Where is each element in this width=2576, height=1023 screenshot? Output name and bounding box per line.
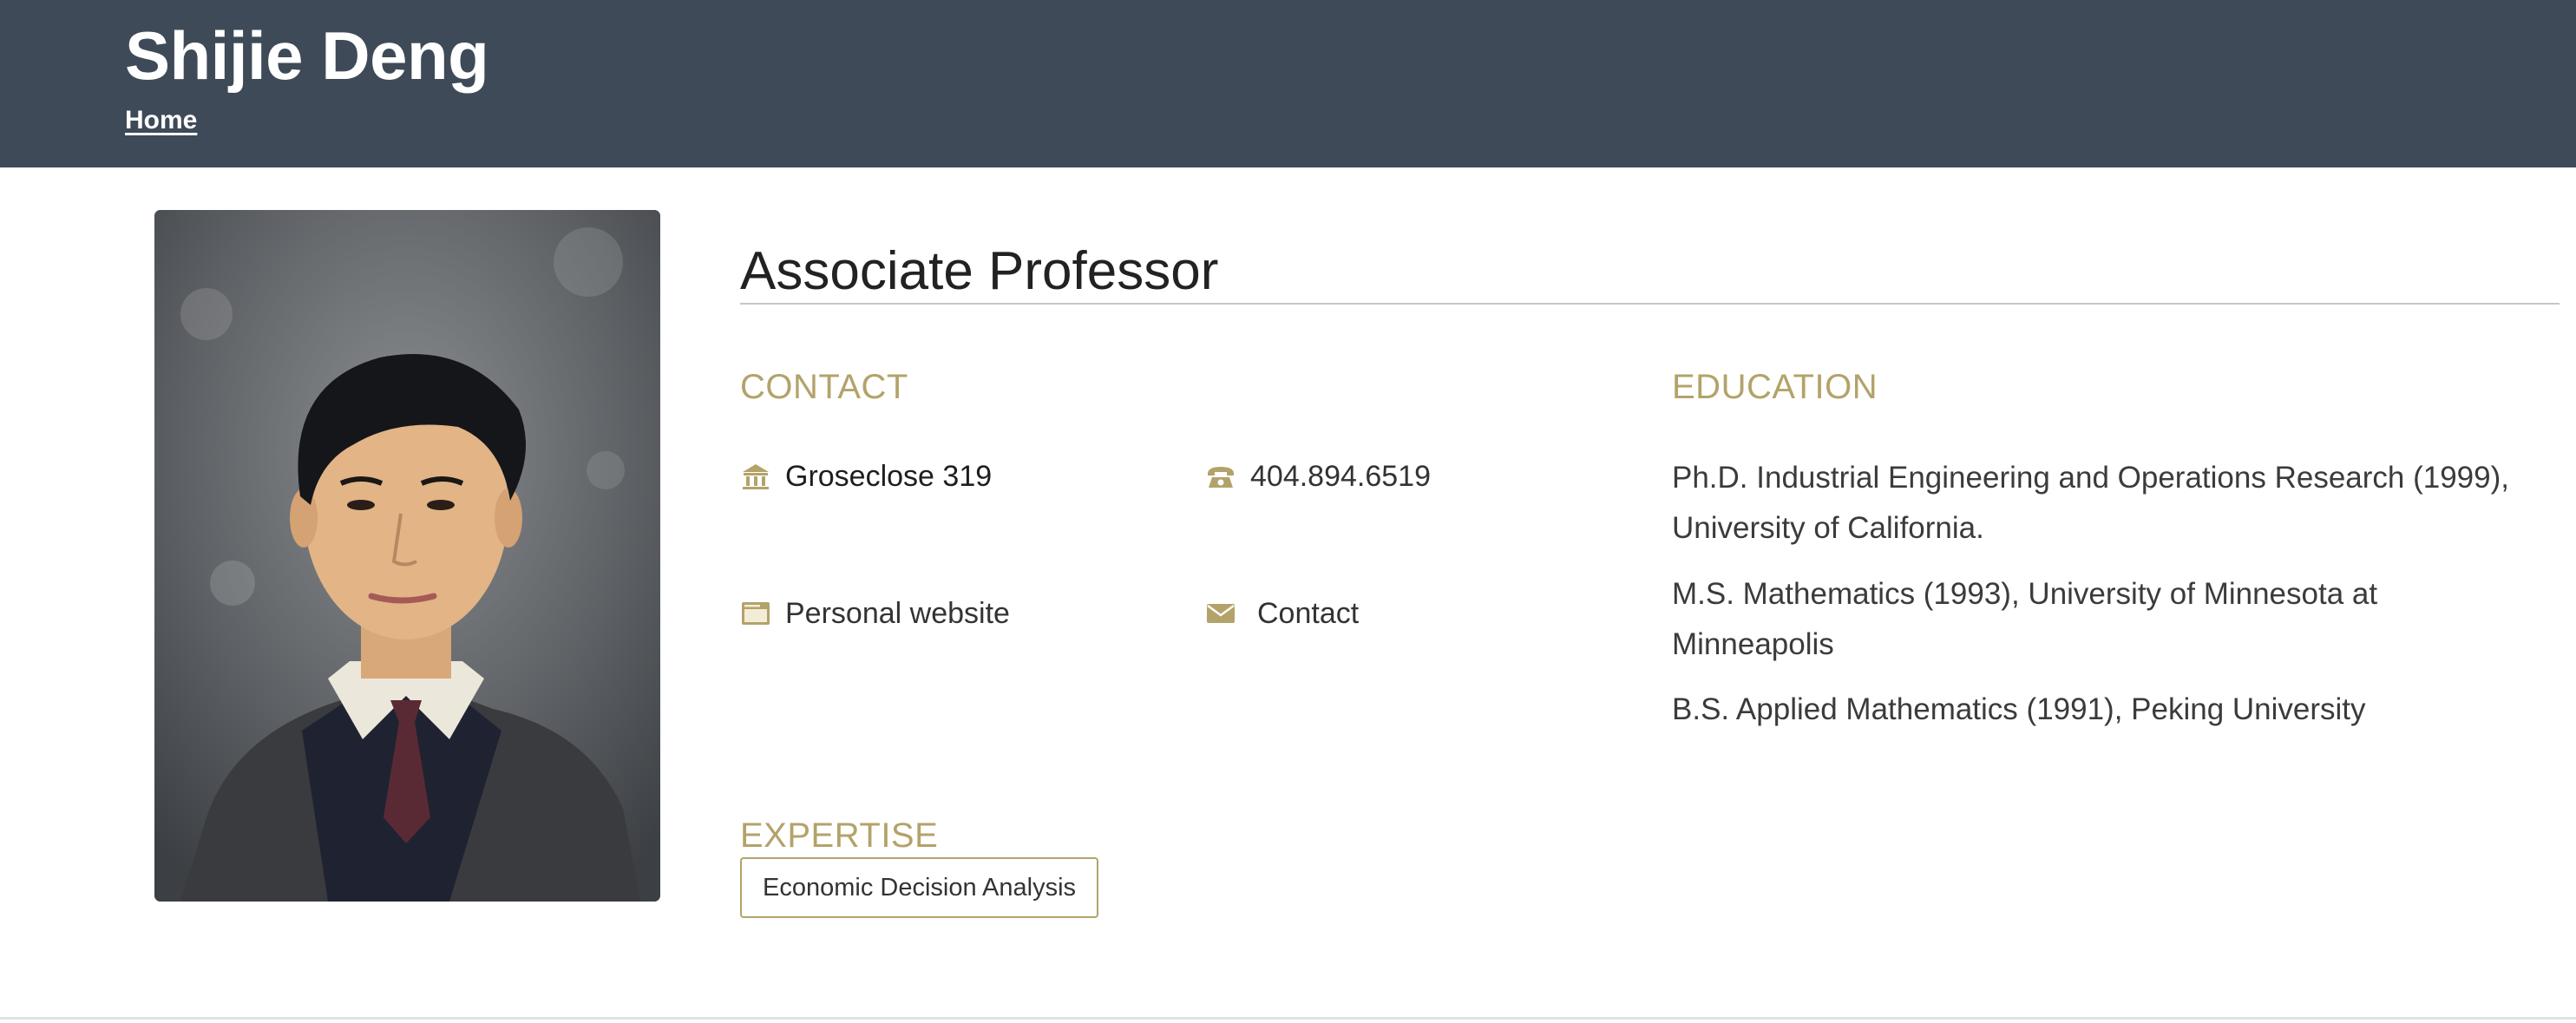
- phone-number[interactable]: 404.894.6519: [1205, 450, 1431, 502]
- education-item-bs: B.S. Applied Mathematics (1991), Peking …: [1672, 692, 2366, 726]
- office-location: Groseclose 319: [740, 450, 992, 502]
- phone-icon: [1205, 461, 1236, 492]
- envelope-icon: [1205, 598, 1236, 629]
- browser-icon: [740, 598, 771, 629]
- contact-heading: CONTACT: [740, 368, 908, 406]
- site-title[interactable]: Shijie Deng: [125, 12, 489, 99]
- education-item-ms-line1: M.S. Mathematics (1993), University of M…: [1672, 577, 2378, 611]
- education-item-phd-line1: Ph.D. Industrial Engineering and Operati…: [1672, 461, 2509, 495]
- phone-label[interactable]: 404.894.6519: [1250, 460, 1431, 494]
- expertise-tag[interactable]: Economic Decision Analysis: [740, 857, 1099, 918]
- breadcrumb-home-link[interactable]: Home: [125, 106, 197, 135]
- education-heading: EDUCATION: [1672, 368, 1878, 406]
- education-item-ms-line2: Minneapolis: [1672, 627, 1834, 661]
- building-icon: [740, 461, 771, 492]
- education-item-phd-line2: University of California.: [1672, 511, 1984, 545]
- profile-photo: [154, 210, 660, 902]
- personal-website-link[interactable]: Personal website: [740, 587, 1010, 639]
- expertise-heading: EXPERTISE: [740, 816, 939, 855]
- office-label: Groseclose 319: [785, 459, 993, 493]
- job-title: Associate Professor: [740, 241, 1219, 301]
- personal-website-label[interactable]: Personal website: [785, 597, 1010, 631]
- email-contact-link[interactable]: Contact: [1205, 587, 1359, 639]
- email-contact-label[interactable]: Contact: [1257, 597, 1359, 631]
- footer-divider: [0, 1017, 2576, 1020]
- title-divider: [740, 303, 2560, 305]
- site-header: Shijie Deng Home: [0, 0, 2576, 167]
